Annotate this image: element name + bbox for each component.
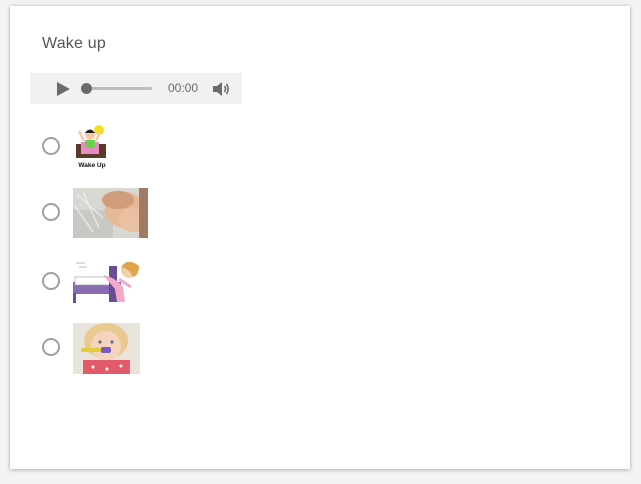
getting-out-of-bed-cartoon-image: [73, 261, 139, 303]
svg-text:Wake Up: Wake Up: [78, 162, 105, 169]
seek-track[interactable]: [86, 87, 152, 90]
time-display: 00:00: [168, 81, 199, 95]
radio-button[interactable]: [42, 203, 60, 221]
washing-face-photo: [73, 188, 148, 238]
play-icon[interactable]: [55, 81, 71, 97]
radio-button[interactable]: [42, 137, 60, 155]
audio-player: 00:00: [30, 73, 242, 104]
wake-up-cartoon-image: Wake Up: [76, 125, 106, 169]
seek-thumb[interactable]: [81, 83, 92, 94]
radio-button[interactable]: [42, 338, 60, 356]
volume-icon[interactable]: [212, 80, 232, 98]
answer-option-2[interactable]: [42, 188, 242, 240]
answer-option-1[interactable]: Wake Up: [42, 122, 242, 174]
answer-option-3[interactable]: [42, 257, 242, 309]
radio-button[interactable]: [42, 272, 60, 290]
child-brushing-teeth-photo: [73, 323, 140, 374]
question-title: Wake up: [42, 35, 106, 52]
question-card: Wake up 00:00 Wake Up: [10, 6, 630, 469]
answer-option-4[interactable]: [42, 323, 242, 375]
